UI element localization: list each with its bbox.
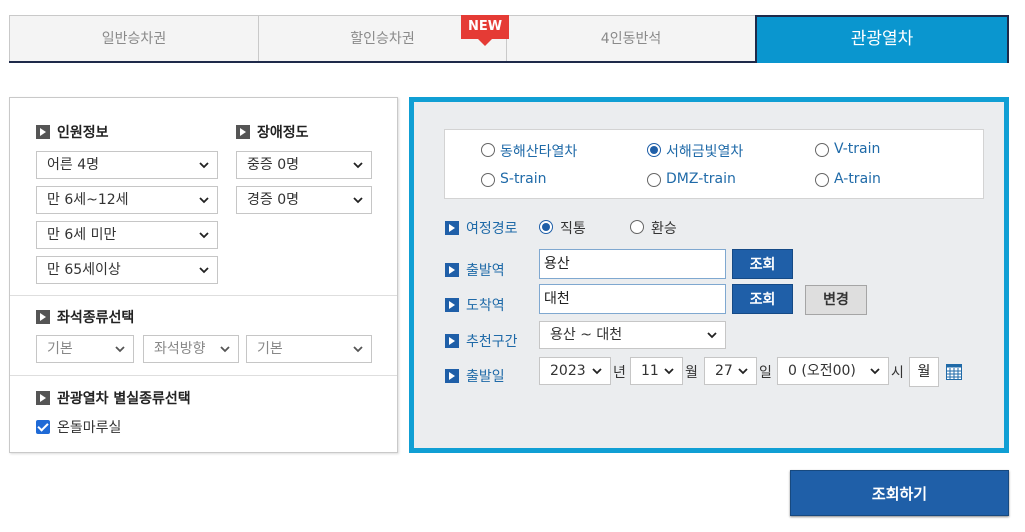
- calendar-icon[interactable]: [946, 364, 962, 380]
- train-radio-4[interactable]: [481, 173, 495, 187]
- chevron-down-icon: [870, 368, 880, 375]
- train-radio-1[interactable]: [481, 143, 495, 157]
- train-radio-6[interactable]: [815, 173, 829, 187]
- day-select[interactable]: 27: [704, 357, 757, 385]
- route-direct-label: 직통: [560, 221, 586, 237]
- route-direct-radio[interactable]: [539, 220, 553, 234]
- train-radio-5[interactable]: [647, 173, 661, 187]
- chevron-down-icon: [199, 162, 209, 169]
- chevron-down-icon: [353, 162, 363, 169]
- journey-panel: 동해산타열차 서해금빛열차 V-train S-train DMZ-train …: [409, 97, 1009, 453]
- chevron-down-icon: [199, 232, 209, 239]
- route-transfer-label: 환승: [651, 221, 677, 237]
- tab-tourist-train[interactable]: 관광열차: [755, 15, 1009, 63]
- arrow-icon: [445, 221, 459, 235]
- route-label: 여정경로: [445, 218, 518, 238]
- chevron-down-icon: [664, 368, 674, 375]
- chevron-down-icon: [115, 346, 125, 353]
- train-label-2: 서해금빛열차: [666, 144, 744, 160]
- swap-stations-button[interactable]: 변경: [805, 285, 867, 315]
- search-button[interactable]: 조회하기: [790, 470, 1009, 516]
- divider: [10, 375, 397, 376]
- train-type-box: 동해산타열차 서해금빛열차 V-train S-train DMZ-train …: [444, 129, 984, 199]
- recommend-select[interactable]: 용산 ~ 대천: [539, 321, 726, 349]
- disability-title: 장애정도: [236, 122, 309, 142]
- arrival-input[interactable]: 대천: [539, 284, 726, 314]
- chevron-down-icon: [707, 332, 717, 339]
- arrival-search-button[interactable]: 조회: [732, 284, 793, 314]
- chevron-down-icon: [199, 267, 209, 274]
- weekday-field: 월: [909, 357, 939, 387]
- train-radio-3[interactable]: [815, 143, 829, 157]
- train-label-3: V-train: [834, 141, 881, 157]
- chevron-down-icon: [220, 346, 230, 353]
- train-label-6: A-train: [834, 171, 881, 187]
- day-unit: 일: [759, 365, 772, 381]
- seat-type-select[interactable]: 기본: [36, 335, 134, 363]
- train-label-1: 동해산타열차: [500, 144, 578, 160]
- departure-search-button[interactable]: 조회: [732, 249, 793, 279]
- arrow-icon: [36, 125, 50, 139]
- senior-select[interactable]: 만 65세이상: [36, 256, 218, 284]
- ondol-checkbox[interactable]: [36, 420, 50, 434]
- chevron-down-icon: [738, 368, 748, 375]
- chevron-down-icon: [592, 368, 602, 375]
- year-select[interactable]: 2023: [539, 357, 611, 385]
- date-label: 출발일: [445, 366, 505, 386]
- month-select[interactable]: 11: [630, 357, 683, 385]
- adult-select[interactable]: 어른 4명: [36, 151, 218, 179]
- arrow-icon: [445, 369, 459, 383]
- tab-general[interactable]: 일반승차권: [9, 15, 259, 61]
- passenger-panel: 인원정보 장애정도 어른 4명 만 6세~12세 만 6세 미만 만 65세이상…: [9, 97, 398, 453]
- hour-unit: 시: [891, 365, 904, 381]
- route-transfer-radio[interactable]: [630, 220, 644, 234]
- departure-label: 출발역: [445, 260, 505, 280]
- departure-input[interactable]: 용산: [539, 249, 726, 279]
- seat-type-title: 좌석종류선택: [36, 307, 134, 327]
- severe-disability-select[interactable]: 중증 0명: [236, 151, 372, 179]
- train-label-4: S-train: [500, 171, 547, 187]
- new-badge: NEW: [461, 15, 509, 46]
- hour-select[interactable]: 0 (오전00): [777, 357, 889, 385]
- chevron-down-icon: [353, 197, 363, 204]
- arrow-icon: [236, 125, 250, 139]
- mild-disability-select[interactable]: 경증 0명: [236, 186, 372, 214]
- seat-direction-select[interactable]: 좌석방향: [143, 335, 239, 363]
- train-radio-2[interactable]: [647, 143, 661, 157]
- passenger-info-title: 인원정보: [36, 122, 109, 142]
- room-type-title: 관광열차 별실종류선택: [36, 388, 191, 408]
- tab-family-seat[interactable]: 4인동반석: [506, 15, 756, 61]
- arrow-icon: [36, 310, 50, 324]
- chevron-down-icon: [199, 197, 209, 204]
- recommend-label: 추천구간: [445, 331, 518, 351]
- divider: [10, 295, 397, 296]
- arrow-icon: [445, 298, 459, 312]
- child-select[interactable]: 만 6세~12세: [36, 186, 218, 214]
- arrival-label: 도착역: [445, 295, 505, 315]
- infant-select[interactable]: 만 6세 미만: [36, 221, 218, 249]
- arrow-icon: [445, 334, 459, 348]
- month-unit: 월: [685, 365, 698, 381]
- arrow-icon: [36, 391, 50, 405]
- arrow-icon: [445, 263, 459, 277]
- seat-position-select[interactable]: 기본: [246, 335, 372, 363]
- chevron-down-icon: [353, 346, 363, 353]
- train-label-5: DMZ-train: [666, 171, 736, 187]
- year-unit: 년: [613, 365, 626, 381]
- ondol-label: 온돌마루실: [57, 420, 122, 436]
- ticket-tabs: 일반승차권 할인승차권 4인동반석 관광열차 NEW: [9, 15, 1009, 63]
